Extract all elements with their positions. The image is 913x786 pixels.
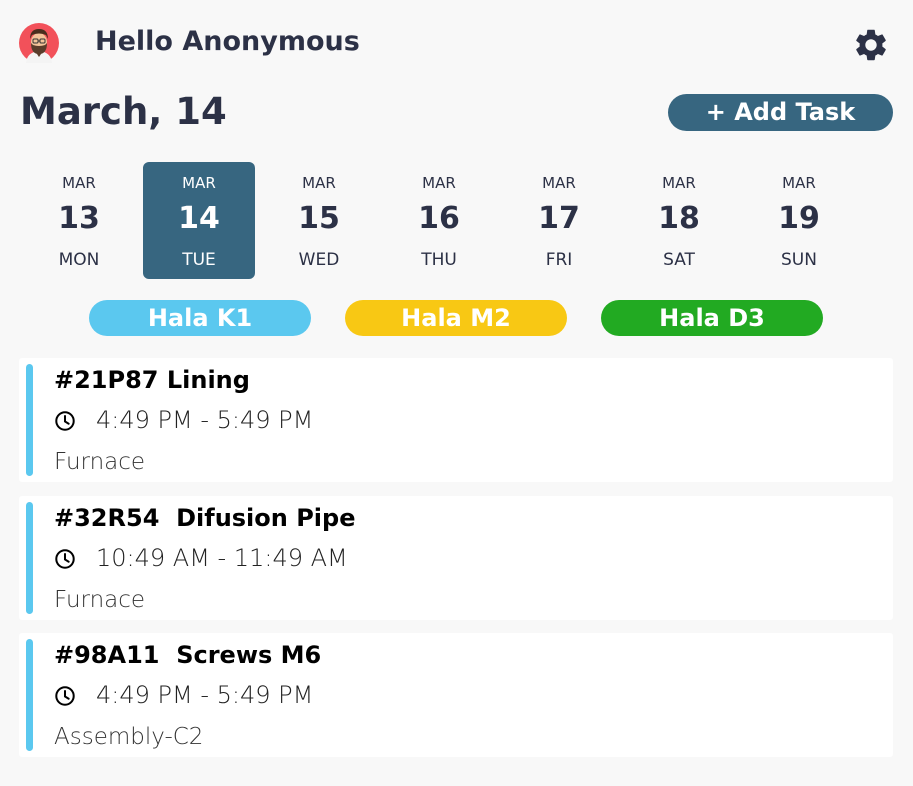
day-number: 19: [778, 201, 820, 236]
avatar[interactable]: [19, 23, 59, 63]
task-location: Assembly-C2: [54, 724, 204, 750]
day-number: 18: [658, 201, 700, 236]
task-card[interactable]: #32R54 Difusion Pipe 10:49 AM - 11:49 AM…: [19, 496, 893, 620]
task-location: Furnace: [54, 449, 146, 475]
page-title: March, 14: [20, 90, 227, 133]
header: Hello Anonymous: [0, 0, 913, 88]
gear-icon[interactable]: [852, 26, 890, 64]
task-time: 4:49 PM - 5:49 PM: [96, 681, 314, 709]
day-weekday: SAT: [663, 250, 695, 270]
clock-icon: [55, 411, 75, 431]
hall-m2-button[interactable]: Hala M2: [345, 300, 567, 336]
task-accent-bar: [26, 502, 33, 614]
clock-icon: [55, 549, 75, 569]
day-mar-19[interactable]: MAR 19 SUN: [743, 162, 855, 279]
hall-k1-button[interactable]: Hala K1: [89, 300, 311, 336]
day-weekday: WED: [298, 250, 340, 270]
task-card[interactable]: #98A11 Screws M6 4:49 PM - 5:49 PM Assem…: [19, 633, 893, 757]
day-weekday: SUN: [781, 250, 817, 270]
day-mar-16[interactable]: MAR 16 THU: [383, 162, 495, 279]
greeting-text: Hello Anonymous: [95, 26, 360, 57]
day-month: MAR: [542, 174, 576, 192]
day-number: 14: [178, 201, 220, 236]
clock-icon: [55, 686, 75, 706]
task-title: #32R54 Difusion Pipe: [54, 504, 356, 532]
day-month: MAR: [422, 174, 456, 192]
day-month: MAR: [782, 174, 816, 192]
day-weekday: TUE: [182, 250, 216, 270]
day-number: 15: [298, 201, 340, 236]
task-card[interactable]: #21P87 Lining 4:49 PM - 5:49 PM Furnace: [19, 358, 893, 482]
task-accent-bar: [26, 364, 33, 476]
task-time: 10:49 AM - 11:49 AM: [96, 544, 348, 572]
task-accent-bar: [26, 639, 33, 751]
day-weekday: FRI: [545, 250, 573, 270]
task-title: #21P87 Lining: [54, 366, 250, 394]
day-month: MAR: [62, 174, 96, 192]
day-number: 17: [538, 201, 580, 236]
day-month: MAR: [302, 174, 336, 192]
task-time: 4:49 PM - 5:49 PM: [96, 406, 314, 434]
day-number: 16: [418, 201, 460, 236]
day-mar-18[interactable]: MAR 18 SAT: [623, 162, 735, 279]
task-location: Furnace: [54, 587, 146, 613]
hall-d3-button[interactable]: Hala D3: [601, 300, 823, 336]
day-month: MAR: [662, 174, 696, 192]
day-mar-15[interactable]: MAR 15 WED: [263, 162, 375, 279]
day-month: MAR: [182, 174, 216, 192]
day-number: 13: [58, 201, 100, 236]
day-weekday: THU: [421, 250, 457, 270]
task-title: #98A11 Screws M6: [54, 641, 322, 669]
day-mar-14[interactable]: MAR 14 TUE: [143, 162, 255, 279]
day-weekday: MON: [58, 250, 100, 270]
day-mar-13[interactable]: MAR 13 MON: [23, 162, 135, 279]
add-task-button[interactable]: + Add Task: [668, 94, 893, 131]
day-mar-17[interactable]: MAR 17 FRI: [503, 162, 615, 279]
